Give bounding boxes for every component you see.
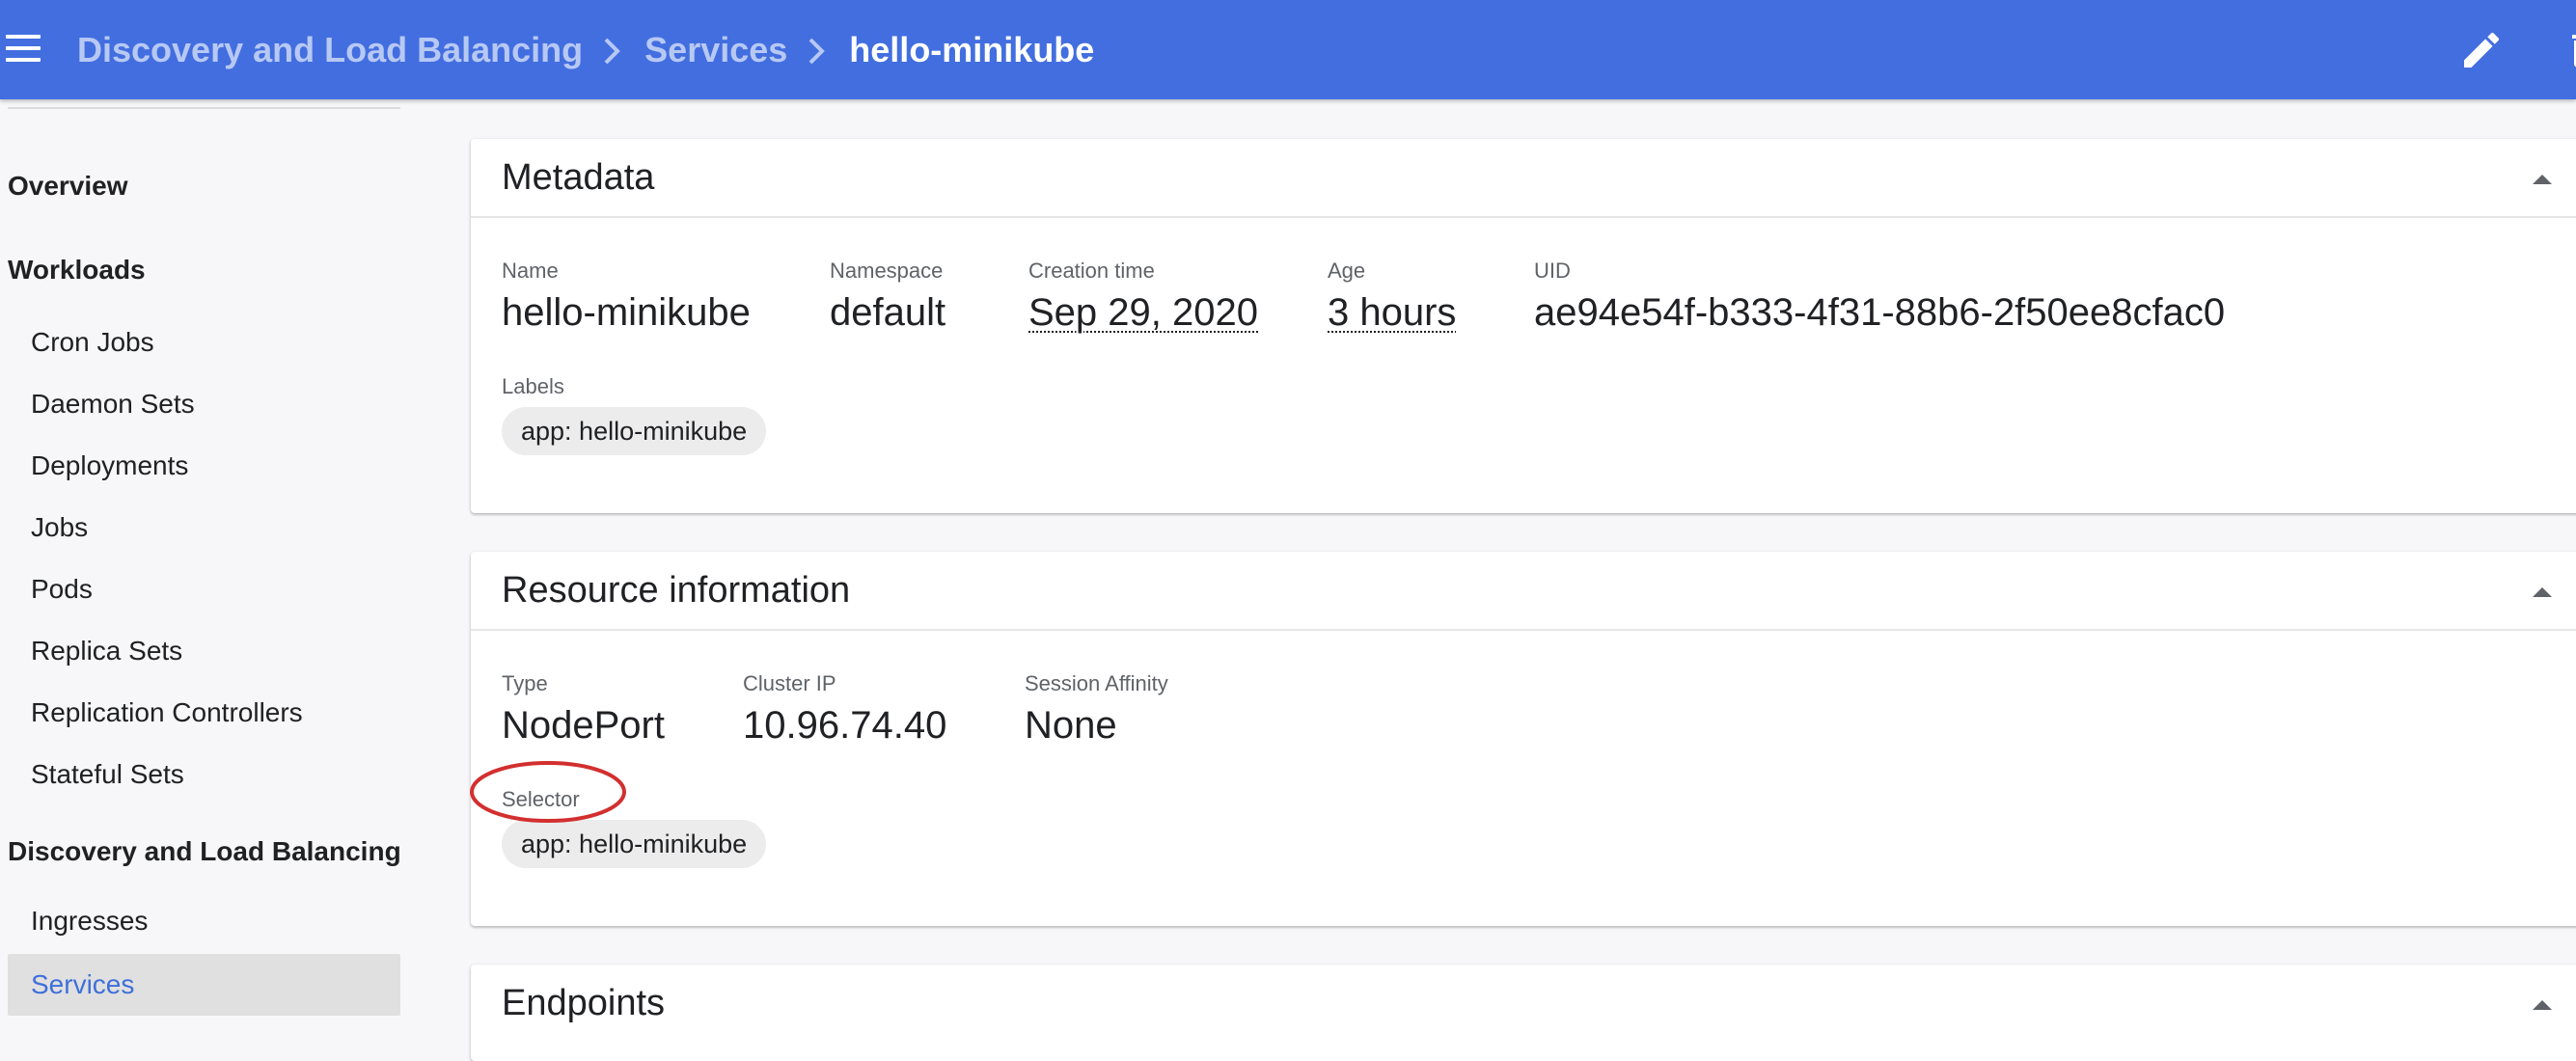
sidebar-divider: [8, 107, 400, 109]
creation-time-field: Creation time Sep 29, 2020: [1028, 258, 1258, 335]
namespace-field: Namespace default: [830, 258, 945, 335]
cluster-ip-field: Cluster IP 10.96.74.40: [743, 671, 946, 748]
age-label: Age: [1328, 258, 1366, 283]
resource-information-card: Resource information Type NodePort Clust…: [471, 552, 2576, 926]
creation-time-label: Creation time: [1028, 258, 1155, 283]
sidebar-item-jobs[interactable]: Jobs: [8, 497, 400, 558]
uid-value: ae94e54f-b333-4f31-88b6-2f50ee8cfac0: [1534, 291, 2226, 334]
cluster-ip-label: Cluster IP: [743, 671, 836, 695]
cluster-ip-value: 10.96.74.40: [743, 704, 947, 747]
chevron-right-icon: [787, 31, 849, 69]
breadcrumb: Discovery and Load Balancing Services he…: [77, 0, 1094, 99]
sidebar-item-replica-sets[interactable]: Replica Sets: [8, 620, 400, 682]
endpoints-card-header[interactable]: Endpoints: [471, 965, 2576, 1042]
namespace-label: Namespace: [830, 258, 944, 283]
sidebar-section-workloads[interactable]: Workloads: [8, 255, 146, 286]
chevron-up-icon[interactable]: [2529, 170, 2556, 189]
endpoints-card: Endpoints: [471, 965, 2576, 1061]
chevron-up-icon[interactable]: [2529, 995, 2556, 1015]
selector-chip[interactable]: app: hello-minikube: [502, 820, 767, 868]
type-field: Type NodePort: [502, 671, 665, 748]
breadcrumb-current: hello-minikube: [849, 29, 1095, 69]
name-value: hello-minikube: [502, 291, 751, 334]
uid-field: UID ae94e54f-b333-4f31-88b6-2f50ee8cfac0: [1534, 258, 2225, 335]
selector-label: Selector: [502, 787, 580, 811]
menu-icon[interactable]: [6, 35, 41, 64]
session-affinity-value: None: [1025, 704, 1117, 747]
resource-title: Resource information: [502, 570, 851, 611]
namespace-value: default: [830, 291, 946, 334]
sidebar-item-ingresses[interactable]: Ingresses: [8, 890, 400, 952]
metadata-card-header[interactable]: Metadata: [471, 139, 2576, 218]
breadcrumb-services-link[interactable]: Services: [644, 30, 787, 70]
trash-icon[interactable]: [2562, 27, 2576, 73]
name-label: Name: [502, 258, 559, 283]
label-chip[interactable]: app: hello-minikube: [502, 407, 767, 455]
endpoints-title: Endpoints: [502, 983, 666, 1023]
uid-label: UID: [1534, 258, 1571, 283]
type-value: NodePort: [502, 704, 665, 747]
name-field: Name hello-minikube: [502, 258, 751, 335]
chevron-right-icon: [583, 31, 644, 69]
sidebar-section-discovery[interactable]: Discovery and Load Balancing: [8, 836, 401, 867]
age-value[interactable]: 3 hours: [1328, 291, 1456, 335]
metadata-title: Metadata: [502, 157, 655, 198]
resource-card-header[interactable]: Resource information: [471, 552, 2576, 631]
sidebar-item-overview[interactable]: Overview: [8, 171, 128, 202]
creation-time-value[interactable]: Sep 29, 2020: [1028, 291, 1258, 335]
session-affinity-field: Session Affinity None: [1025, 671, 1168, 748]
labels-label: Labels: [502, 374, 564, 398]
sidebar-item-services[interactable]: Services: [8, 954, 400, 1016]
age-field: Age 3 hours: [1328, 258, 1456, 335]
selector-field: Selector: [502, 787, 580, 812]
sidebar-item-pods[interactable]: Pods: [8, 558, 400, 620]
session-affinity-label: Session Affinity: [1025, 671, 1168, 695]
breadcrumb-discovery-link[interactable]: Discovery and Load Balancing: [77, 30, 583, 70]
top-app-bar: Discovery and Load Balancing Services he…: [0, 0, 2576, 99]
type-label: Type: [502, 671, 548, 695]
sidebar-item-cron-jobs[interactable]: Cron Jobs: [8, 312, 400, 373]
chevron-up-icon[interactable]: [2529, 583, 2556, 602]
labels-field: Labels: [502, 374, 564, 399]
sidebar-item-daemon-sets[interactable]: Daemon Sets: [8, 373, 400, 435]
sidebar-nav: Overview Workloads Cron Jobs Daemon Sets…: [0, 99, 405, 1024]
edit-icon[interactable]: [2458, 27, 2505, 73]
metadata-card: Metadata Name hello-minikube Namespace d…: [471, 139, 2576, 513]
sidebar-item-replication-controllers[interactable]: Replication Controllers: [8, 682, 400, 744]
sidebar-item-deployments[interactable]: Deployments: [8, 435, 400, 497]
sidebar-item-stateful-sets[interactable]: Stateful Sets: [8, 744, 400, 805]
